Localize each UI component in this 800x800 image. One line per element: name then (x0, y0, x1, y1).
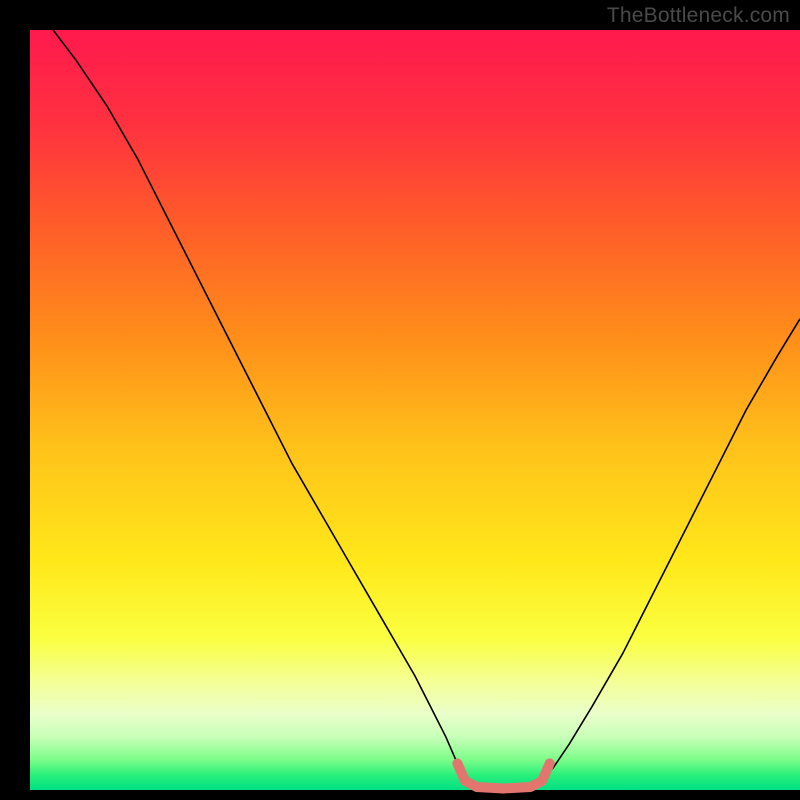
watermark-text: TheBottleneck.com (607, 4, 790, 28)
bottleneck-chart (0, 0, 800, 800)
chart-frame: TheBottleneck.com (0, 0, 800, 800)
